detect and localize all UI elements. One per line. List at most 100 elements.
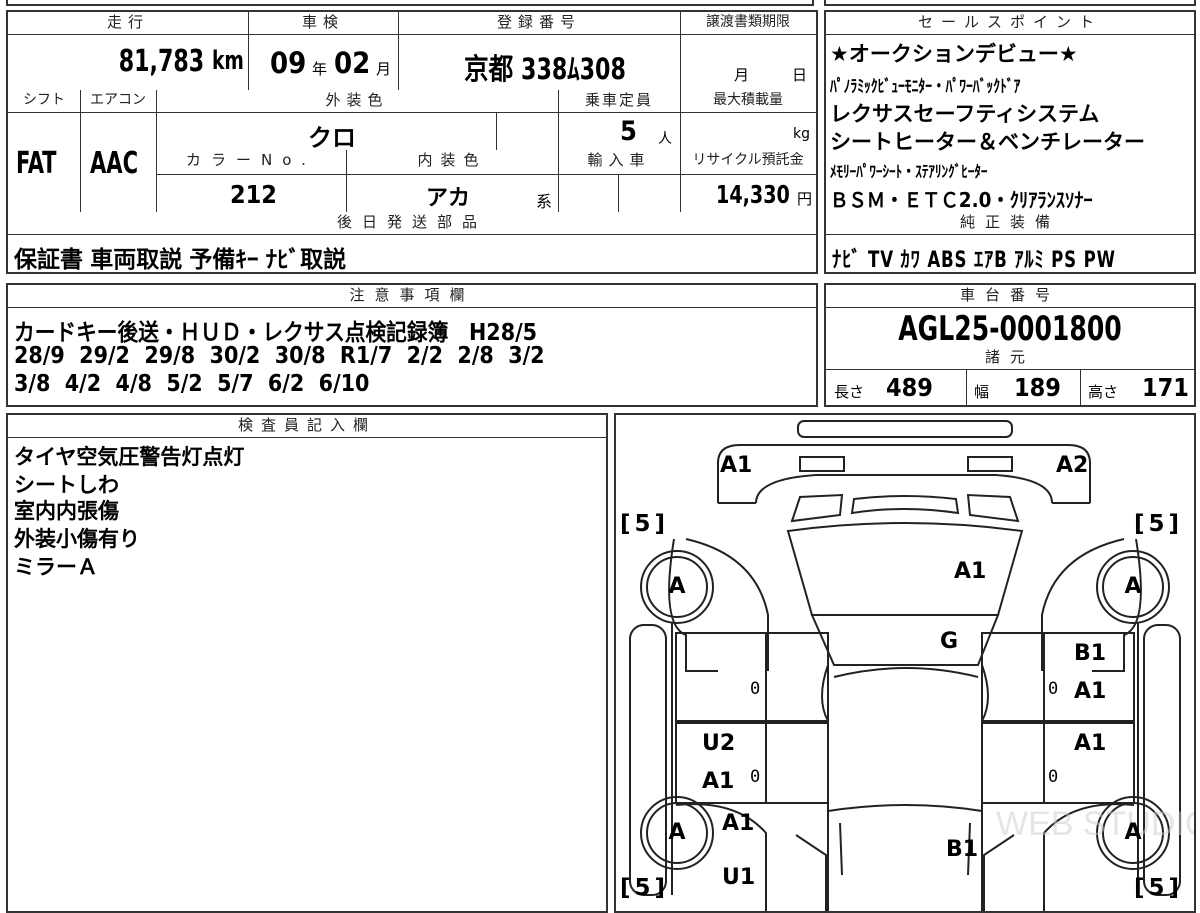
inspector-line-1: タイヤ空気圧警告灯点灯	[14, 445, 245, 469]
mileage-header: 走行	[8, 12, 248, 34]
zero-right-front: 0	[1048, 679, 1059, 699]
sales-point-5: ﾒﾓﾘｰﾊﾟﾜｰｼｰﾄ・ｽﾃｱﾘﾝｸﾞﾋｰﾀｰ	[830, 162, 988, 181]
tire-rear-left-value: 5	[634, 875, 655, 901]
transfer-deadline-month: 月	[734, 66, 750, 84]
aircon-value-cell: AAC	[80, 112, 156, 212]
transfer-deadline-day: 日	[792, 66, 808, 84]
capacity-value-cell: 5 人	[558, 112, 680, 150]
spec-length-value: 489	[886, 373, 933, 402]
spec-width-cell: 幅 189	[966, 369, 1080, 405]
spec-height-value: 171	[1142, 373, 1189, 402]
tire-rear-right: [5]	[1134, 875, 1184, 901]
notes-line-3: 3/8 4/2 4/8 5/2 5/7 6/2 6/10	[14, 371, 370, 397]
exterior-color-value-cell: クロ	[156, 112, 496, 150]
spec-width-label: 幅	[974, 383, 990, 401]
car-diagram: WEB STUDIO PC	[629, 420, 1194, 911]
tire-front-right-value: 5	[1148, 511, 1169, 537]
sales-point-2: ﾊﾟﾉﾗﾐｯｸﾋﾞｭｰﾓﾆﾀｰ・ﾊﾟﾜｰﾊﾞｯｸﾄﾞｱ	[830, 77, 1021, 97]
inspector-line-4: 外装小傷有り	[14, 527, 140, 551]
import-header: 輸入車	[558, 150, 680, 174]
interior-color-suffix: 系	[536, 192, 553, 211]
interior-color-header: 内装色	[346, 150, 558, 174]
interior-color-value: アカ	[426, 186, 471, 211]
zero-right-rear: 0	[1048, 767, 1059, 787]
shift-header: シフト	[8, 90, 80, 112]
recycle-header: リサイクル預託金	[680, 150, 816, 174]
later-parts-header: 後日発送部品	[8, 212, 816, 234]
sales-points-header: セールスポイント	[826, 12, 1194, 34]
registration-header: 登録番号	[398, 12, 680, 34]
tire-rear-left: [5]	[620, 875, 670, 901]
damage-roof-front-right: A2	[1056, 453, 1089, 478]
wheel-rear-left-grade: A	[668, 820, 686, 845]
damage-left-rear-2: A1	[702, 769, 735, 794]
chassis-header: 車台番号	[826, 285, 1194, 307]
zero-left-rear: 0	[750, 767, 761, 787]
aircon-header: エアコン	[80, 90, 156, 112]
genuine-equipment-value: ﾅﾋﾞ TV ｶﾜ ABS ｴｱB ｱﾙﾐ PS PW	[832, 248, 1116, 272]
mileage-value-cell: 81,783 km	[8, 34, 248, 90]
notes-box: 注意事項欄 カードキー後送・ＨＵＤ・レクサス点検記録簿 H28/5 28/9 2…	[6, 283, 818, 407]
shaken-header: 車検	[248, 12, 398, 34]
inspector-box: 検査員記入欄 タイヤ空気圧警告灯点灯 シートしわ 室内内張傷 外装小傷有り ミラ…	[6, 413, 608, 913]
capacity-header: 乗車定員	[558, 90, 680, 112]
tire-front-left: [5]	[620, 511, 670, 537]
aircon-value: AAC	[90, 146, 139, 181]
damage-left-rear-3: A1	[722, 811, 755, 836]
spec-width-value: 189	[1014, 373, 1061, 402]
watermark-text: WEB STUDIO PC	[996, 805, 1194, 843]
mileage-value: 81,783	[118, 44, 204, 79]
top-cut-row	[6, 0, 814, 6]
damage-right-front-1: B1	[1074, 641, 1107, 666]
max-load-unit: kg	[793, 126, 810, 142]
sales-point-6: ＢＳＭ・ＥＴＣ2.0・ｸﾘｱﾗﾝｽｿﾅｰ	[830, 188, 1093, 212]
max-load-header: 最大積載量	[680, 90, 816, 112]
genuine-equipment-cell: ﾅﾋﾞ TV ｶﾜ ABS ｴｱB ｱﾙﾐ PS PW	[826, 234, 1194, 272]
registration-value: 京都 338ﾑ308	[464, 52, 626, 86]
spec-length-label: 長さ	[834, 383, 865, 401]
shift-value-cell: FAT	[8, 112, 80, 212]
damage-rear-center: B1	[946, 837, 979, 862]
damage-rear-bottom-left: U1	[722, 865, 756, 890]
wheel-front-left-grade: A	[668, 574, 686, 599]
inspector-header: 検査員記入欄	[8, 415, 606, 437]
chassis-specs-box: 車台番号 AGL25-0001800 諸元 長さ 489 幅 189 高さ 17…	[824, 283, 1196, 407]
tire-front-right: [5]	[1134, 511, 1184, 537]
notes-line-2: 28/9 29/2 29/8 30/2 30/8 R1/7 2/2 2/8 3/…	[14, 343, 545, 369]
shaken-year-unit: 年	[312, 60, 328, 78]
damage-right-rear: A1	[1074, 731, 1107, 756]
damage-right-front-2: A1	[1074, 679, 1107, 704]
spec-height-cell: 高さ 171	[1080, 369, 1194, 405]
recycle-unit: 円	[796, 190, 812, 208]
recycle-value: 14,330	[716, 180, 790, 209]
genuine-equipment-header: 純正装備	[826, 212, 1194, 234]
tire-rear-right-value: 5	[1148, 875, 1169, 901]
exterior-color-header: 外装色	[156, 90, 558, 112]
damage-diagram-box: WEB STUDIO PC A A A A [5] [5] [5] [5] A1…	[614, 413, 1196, 913]
spec-length-cell: 長さ 489	[826, 369, 966, 405]
max-load-value-cell: kg	[680, 112, 816, 150]
damage-hood: G	[940, 629, 959, 654]
wheel-front-right-grade: A	[1124, 574, 1142, 599]
shaken-year: 09	[270, 46, 307, 80]
capacity-value: 5	[620, 116, 637, 147]
chassis-value-cell: AGL25-0001800	[826, 307, 1194, 347]
notes-line-1: カードキー後送・ＨＵＤ・レクサス点検記録簿 H28/5	[14, 320, 538, 346]
shaken-value-cell: 09 年 02 月	[248, 34, 398, 90]
shaken-month-unit: 月	[376, 60, 392, 78]
sales-point-1: ★オークションデビュー★	[830, 42, 1078, 66]
notes-header: 注意事項欄	[8, 285, 816, 307]
mileage-unit: km	[212, 46, 244, 76]
damage-left-rear-1: U2	[702, 731, 736, 756]
wheel-rear-right-grade: A	[1124, 820, 1142, 845]
color-no-value: 212	[230, 180, 277, 209]
top-cut-row-right	[824, 0, 1196, 6]
recycle-value-cell: 14,330 円	[680, 174, 816, 212]
damage-roof-front-left: A1	[720, 453, 753, 478]
sales-point-4: シートヒーター＆ベンチレーター	[830, 130, 1145, 154]
color-no-header: カラーNo.	[156, 150, 346, 174]
exterior-color-value: クロ	[308, 124, 356, 150]
registration-value-cell: 京都 338ﾑ308	[398, 34, 680, 90]
sales-point-3: レクサスセーフティシステム	[830, 102, 1100, 126]
damage-windshield: A1	[954, 559, 987, 584]
